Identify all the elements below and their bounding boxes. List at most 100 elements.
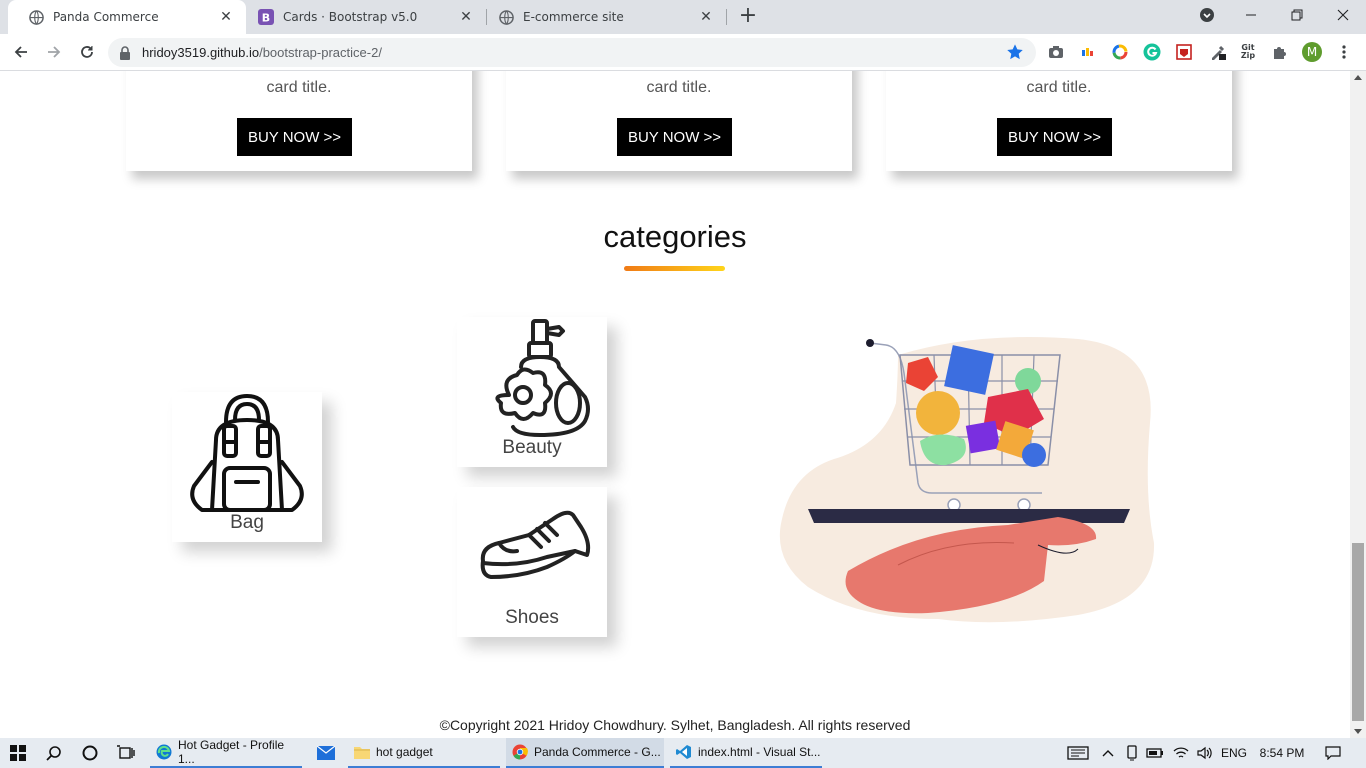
card-title: card title. [646,79,712,96]
avatar-initial: M [1302,42,1322,62]
cortana-button[interactable] [72,738,108,768]
browser-tab-strip: Panda Commerce ✕ B Cards · Bootstrap v5.… [0,0,1366,34]
minimize-icon [1246,14,1256,16]
tab-panda-commerce[interactable]: Panda Commerce ✕ [8,0,246,34]
buy-now-button[interactable]: BUY NOW >> [617,118,732,156]
back-button[interactable] [9,40,33,64]
windows-taskbar: Hot Gadget - Profile 1... hot gadget Pan… [0,738,1366,768]
grammarly-icon[interactable] [1142,42,1162,62]
scroll-down-arrow-icon[interactable] [1354,729,1362,734]
address-bar[interactable]: hridoy3519.github.io/bootstrap-practice-… [108,38,1036,67]
vscode-icon [676,744,692,760]
language-indicator[interactable]: ENG [1218,738,1250,768]
reload-button[interactable] [75,40,99,64]
forward-button[interactable] [42,40,66,64]
category-card-shoes[interactable]: Shoes [457,487,607,637]
lock-icon[interactable] [119,45,131,64]
heading-underline [624,266,725,271]
copyright-text: ©Copyright 2021 Hridoy Chowdhury. Sylhet… [439,717,911,733]
reload-icon [81,46,93,58]
chevron-down-icon [1200,8,1214,22]
shopping-cart-illustration [779,337,1155,623]
product-card: card title. BUY NOW >> [126,71,472,171]
clock[interactable]: 8:54 PM [1254,738,1310,768]
tab-search-button[interactable] [1184,0,1230,30]
close-icon [1337,9,1349,21]
folder-icon [354,744,370,760]
category-card-bag[interactable]: Bag [172,392,322,542]
bookmark-star-icon[interactable] [1006,43,1024,65]
start-button[interactable] [0,738,36,768]
tab-ecommerce-site[interactable]: E-commerce site ✕ [478,0,726,34]
chrome-icon [512,744,528,760]
card-title: card title. [1026,79,1092,96]
battery-icon[interactable] [1144,738,1166,768]
wifi-icon[interactable] [1170,738,1192,768]
tab-title: Cards · Bootstrap v5.0 [283,10,418,24]
arrow-right-icon [48,46,61,58]
taskbar-app-chrome[interactable]: Panda Commerce - G... [506,738,664,768]
edge-icon [156,744,172,760]
tab-bootstrap-cards[interactable]: B Cards · Bootstrap v5.0 ✕ [238,0,486,34]
pocket-extension-icon[interactable] [1174,42,1194,62]
product-card: card title. BUY NOW >> [506,71,852,171]
new-tab-button[interactable]: + [736,5,760,29]
puzzle-extensions-icon[interactable] [1270,42,1290,62]
scrollbar-thumb[interactable] [1352,543,1364,721]
taskbar-app-explorer[interactable]: hot gadget [348,738,500,768]
eyedropper-extension-icon[interactable] [1208,42,1228,62]
url-text: hridoy3519.github.io/bootstrap-practice-… [142,45,382,60]
minimize-button[interactable] [1228,0,1274,30]
globe-icon [498,9,514,25]
taskbar-app-title: Hot Gadget - Profile 1... [178,738,285,766]
search-icon [46,746,61,761]
color-ring-extension-icon[interactable] [1110,42,1130,62]
backpack-icon [190,394,304,512]
show-hidden-icons-chevron-icon[interactable] [1098,738,1118,768]
categories-heading: categories [603,219,747,254]
category-label: Shoes [505,607,559,628]
tab-title: E-commerce site [523,10,624,24]
browser-toolbar: hridoy3519.github.io/bootstrap-practice-… [0,34,1366,71]
gitzip-label-bottom: Zip [1240,51,1256,60]
restore-icon [1291,9,1303,21]
category-card-beauty[interactable]: Beauty [457,317,607,467]
meet-now-icon[interactable] [1064,738,1092,768]
close-icon[interactable]: ✕ [698,9,714,25]
task-view-button[interactable] [108,738,144,768]
product-card: card title. BUY NOW >> [886,71,1232,171]
buy-now-button[interactable]: BUY NOW >> [237,118,352,156]
windows-logo-icon [10,745,26,761]
category-label: Bag [230,512,264,533]
globe-icon [28,9,44,25]
device-icon[interactable] [1122,738,1142,768]
perfume-icon [495,319,590,437]
taskbar-app-mail[interactable] [308,738,344,768]
url-host: hridoy3519.github.io [142,45,260,60]
url-path: /bootstrap-practice-2/ [259,45,382,60]
search-button[interactable] [36,738,72,768]
notifications-icon[interactable] [1318,738,1348,768]
arrow-left-icon [14,46,27,58]
color-bars-extension-icon[interactable] [1078,42,1098,62]
bootstrap-icon: B [258,9,274,25]
taskbar-app-edge[interactable]: Hot Gadget - Profile 1... [150,738,302,768]
camera-icon[interactable] [1046,42,1066,62]
page-scrollbar[interactable] [1350,71,1366,738]
taskbar-app-title: hot gadget [376,745,433,759]
gitzip-extension-icon[interactable]: Git Zip [1238,42,1258,62]
volume-icon[interactable] [1194,738,1216,768]
restore-button[interactable] [1274,0,1320,30]
profile-avatar[interactable]: M [1302,42,1322,62]
more-menu-icon[interactable] [1334,42,1354,62]
scroll-up-arrow-icon[interactable] [1354,75,1362,80]
taskbar-app-vscode[interactable]: index.html - Visual St... [670,738,822,768]
card-title: card title. [266,79,332,96]
window-close-button[interactable] [1320,0,1366,30]
category-label: Beauty [502,437,562,458]
tab-title: Panda Commerce [53,10,159,24]
svg-text:B: B [262,12,270,25]
close-icon[interactable]: ✕ [458,9,474,25]
close-icon[interactable]: ✕ [218,9,234,25]
buy-now-button[interactable]: BUY NOW >> [997,118,1112,156]
